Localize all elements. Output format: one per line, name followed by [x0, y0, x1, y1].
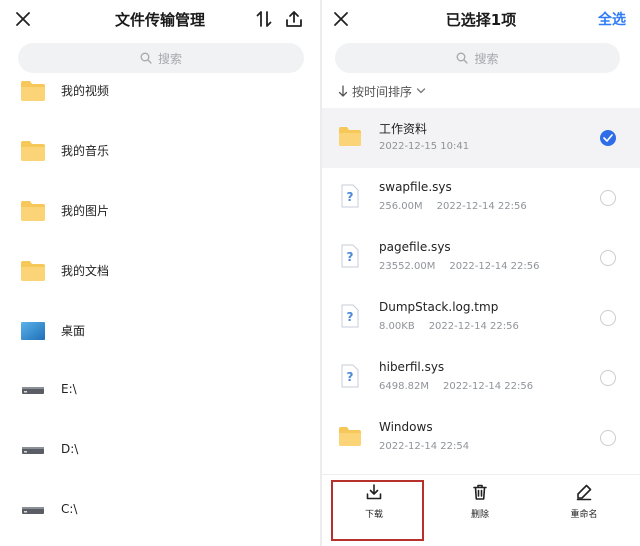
file-size: 6498.82M — [379, 381, 429, 392]
folder-icon — [21, 141, 45, 161]
item-label: 我的视频 — [61, 84, 110, 98]
file-date: 2022-12-14 22:56 — [436, 201, 527, 212]
file-name: DumpStack.log.tmp — [379, 300, 499, 314]
drive-icon — [22, 447, 44, 454]
file-meta: 23552.00M 2022-12-14 22:56 — [379, 261, 539, 272]
checkmark-icon — [603, 134, 613, 142]
search-icon — [457, 52, 469, 64]
sort-label: 按时间排序 — [352, 84, 413, 99]
folder-icon — [21, 261, 45, 281]
list-item[interactable]: 我的视频 — [0, 62, 320, 122]
file-name: 工作资料 — [379, 122, 428, 136]
folder-icon — [21, 81, 45, 101]
list-item[interactable]: 我的音乐 — [0, 122, 320, 182]
pencil-icon — [576, 484, 592, 501]
file-meta: 2022-12-14 22:54 — [379, 441, 469, 452]
sort-button[interactable] — [251, 6, 277, 32]
unknown-file-icon: ? — [341, 244, 359, 268]
file-date: 2022-12-14 22:56 — [449, 261, 540, 272]
rename-button[interactable]: 重命名 — [542, 483, 626, 531]
svg-text:?: ? — [347, 250, 354, 264]
sort-icon — [256, 11, 272, 27]
file-row[interactable]: 工作资料 2022-12-15 10:41 — [322, 108, 640, 168]
list-item[interactable]: E:\ — [0, 362, 320, 422]
row-checkbox[interactable] — [600, 130, 616, 146]
item-label: 我的图片 — [61, 204, 110, 218]
file-size: 8.00KB — [379, 321, 415, 332]
item-label: 桌面 — [61, 324, 86, 338]
item-label: C:\ — [61, 502, 78, 516]
item-label: E:\ — [61, 382, 77, 396]
transfer-manager-panel: 文件传输管理 搜索 我的视频 我的音乐 我的图片 我的文档 桌面 E:\ D:\ — [0, 0, 320, 546]
file-name: swapfile.sys — [379, 180, 452, 194]
file-size: 256.00M — [379, 201, 423, 212]
download-icon — [366, 484, 382, 500]
rename-label: 重命名 — [570, 510, 598, 520]
unknown-file-icon: ? — [341, 364, 359, 388]
unknown-file-icon: ? — [341, 184, 359, 208]
upload-icon — [286, 11, 302, 27]
svg-text:?: ? — [347, 370, 354, 384]
top-bar: 已选择1项 全选 — [322, 0, 640, 38]
file-row[interactable]: ? swapfile.sys 256.00M 2022-12-14 22:56 — [322, 168, 640, 228]
file-meta: 2022-12-15 10:41 — [379, 141, 469, 152]
delete-label: 删除 — [470, 510, 489, 520]
drive-icon — [22, 507, 44, 514]
search-placeholder: 搜索 — [474, 51, 499, 66]
item-label: 我的文档 — [61, 264, 110, 278]
row-checkbox[interactable] — [600, 430, 616, 446]
trash-icon — [473, 484, 487, 500]
file-meta: 256.00M 2022-12-14 22:56 — [379, 201, 527, 212]
action-bar: 下载 删除 重命名 — [322, 474, 640, 546]
file-date: 2022-12-14 22:54 — [379, 441, 470, 452]
item-label: 我的音乐 — [61, 144, 110, 158]
file-row[interactable]: Windows 2022-12-14 22:54 — [322, 408, 640, 468]
list-item[interactable]: 桌面 — [0, 302, 320, 362]
file-meta: 8.00KB 2022-12-14 22:56 — [379, 321, 519, 332]
file-row[interactable]: ? hiberfil.sys 6498.82M 2022-12-14 22:56 — [322, 348, 640, 408]
drive-icon — [22, 387, 44, 394]
file-name: Windows — [379, 420, 433, 434]
folder-icon — [339, 427, 361, 446]
folder-icon — [339, 127, 361, 146]
desktop-icon — [21, 322, 45, 340]
row-checkbox[interactable] — [600, 250, 616, 266]
file-row[interactable]: ? pagefile.sys 23552.00M 2022-12-14 22:56 — [322, 228, 640, 288]
list-item[interactable]: D:\ — [0, 422, 320, 482]
chevron-down-icon — [416, 88, 426, 94]
file-date: 2022-12-14 22:56 — [428, 321, 519, 332]
search-input[interactable]: 搜索 — [335, 43, 620, 73]
file-name: pagefile.sys — [379, 240, 451, 254]
file-size: 23552.00M — [379, 261, 436, 272]
file-date: 2022-12-14 22:56 — [442, 381, 534, 392]
row-checkbox[interactable] — [600, 310, 616, 326]
file-name: hiberfil.sys — [379, 360, 445, 374]
upload-button[interactable] — [281, 6, 307, 32]
file-meta: 6498.82M 2022-12-14 22:56 — [379, 381, 533, 392]
row-checkbox[interactable] — [600, 190, 616, 206]
arrow-down-icon — [338, 85, 348, 97]
unknown-file-icon: ? — [341, 304, 359, 328]
select-all-button[interactable]: 全选 — [598, 9, 626, 29]
list-item[interactable]: C:\ — [0, 482, 320, 542]
sort-dropdown[interactable]: 按时间排序 — [338, 82, 426, 100]
file-date: 2022-12-15 10:41 — [379, 141, 470, 152]
selection-panel: 已选择1项 全选 搜索 按时间排序 工作资料 2022-12-15 10:41 … — [322, 0, 640, 546]
top-bar: 文件传输管理 — [0, 0, 320, 38]
svg-text:?: ? — [347, 190, 354, 204]
download-label: 下载 — [364, 510, 383, 520]
delete-button[interactable]: 删除 — [438, 483, 522, 531]
list-item[interactable]: 我的文档 — [0, 242, 320, 302]
file-row[interactable]: ? DumpStack.log.tmp 8.00KB 2022-12-14 22:… — [322, 288, 640, 348]
list-item[interactable]: 我的图片 — [0, 182, 320, 242]
item-label: D:\ — [61, 442, 79, 456]
svg-text:?: ? — [347, 310, 354, 324]
folder-icon — [21, 201, 45, 221]
download-button[interactable]: 下载 — [332, 483, 416, 531]
selection-title: 已选择1项 — [445, 11, 517, 29]
row-checkbox[interactable] — [600, 370, 616, 386]
